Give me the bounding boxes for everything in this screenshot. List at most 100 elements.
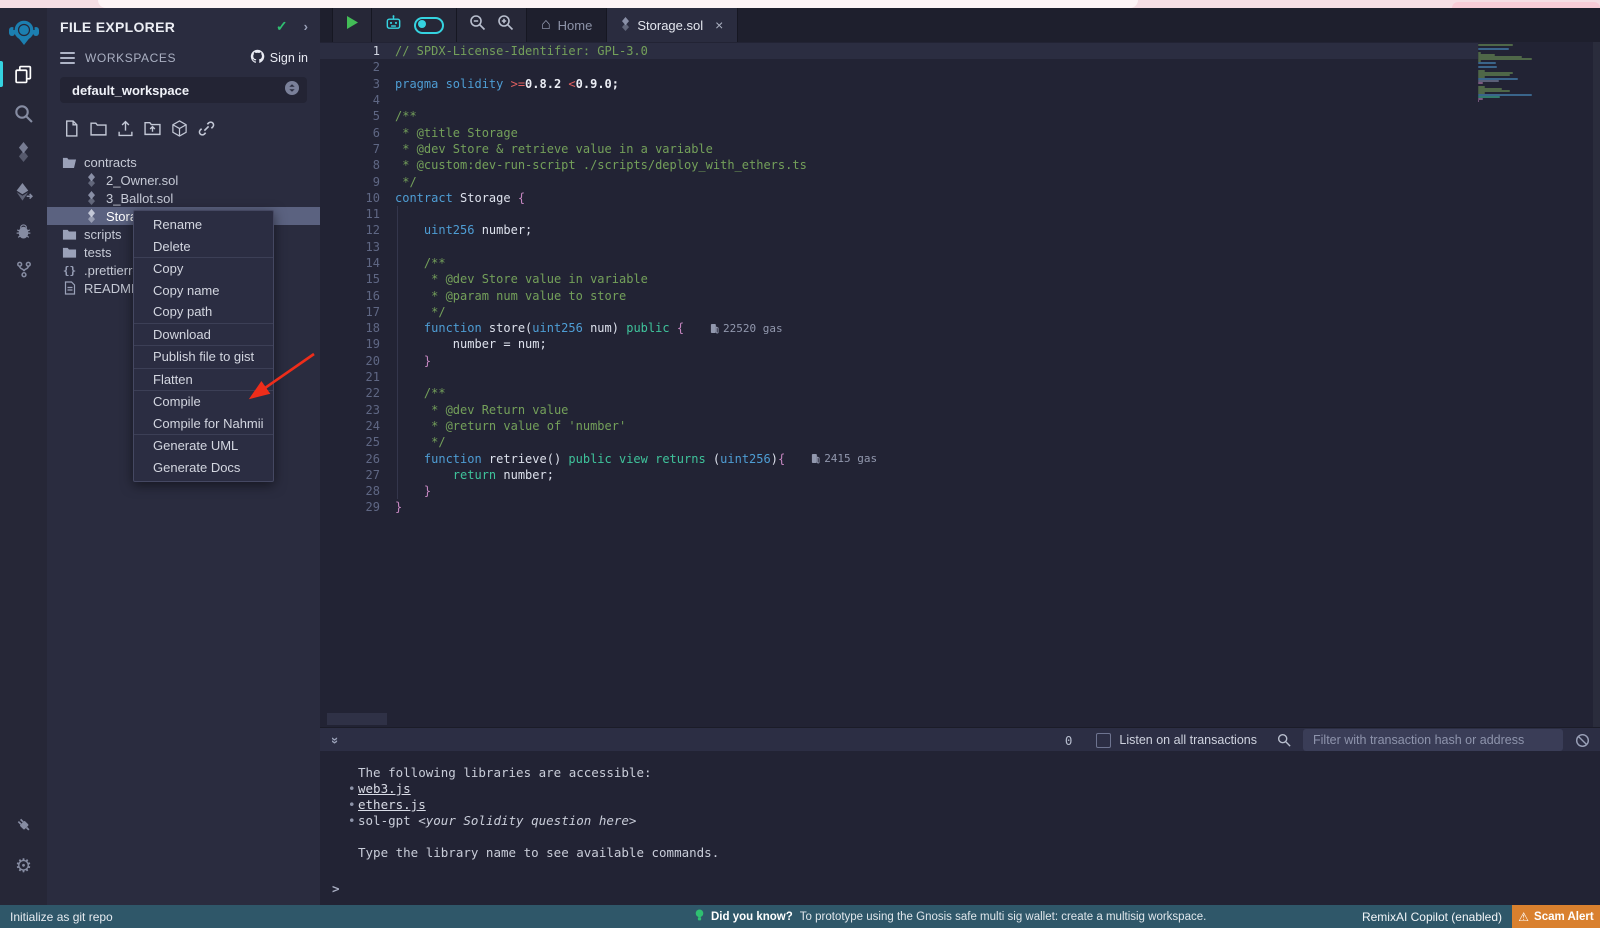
menu-item-rename[interactable]: Rename: [134, 214, 273, 236]
search-icon[interactable]: [0, 100, 47, 126]
menu-item-generate-uml[interactable]: Generate UML: [134, 435, 273, 457]
file-row-2-owner-sol[interactable]: 2_Owner.sol: [47, 171, 320, 189]
sign-in-button[interactable]: Sign in: [250, 49, 308, 67]
lightbulb-icon: [695, 909, 704, 925]
link-icon[interactable]: [197, 119, 215, 137]
line-text: /**: [380, 386, 446, 400]
menu-item-download[interactable]: Download: [134, 324, 273, 347]
terminal-text: Type the library name to see available c…: [358, 845, 719, 860]
new-file-icon[interactable]: [62, 119, 80, 137]
line-text: }: [380, 500, 402, 514]
github-icon: [250, 49, 265, 67]
plugin-manager-icon[interactable]: [0, 811, 47, 837]
git-icon[interactable]: [0, 256, 47, 282]
line-text: }: [380, 354, 431, 368]
vertical-scrollbar[interactable]: [1593, 42, 1600, 727]
copilot-status[interactable]: RemixAI Copilot (enabled): [1362, 910, 1502, 924]
zoom-in-icon[interactable]: [497, 14, 514, 36]
tip-text: To prototype using the Gnosis safe multi…: [800, 911, 1207, 923]
settings-icon[interactable]: ⚙: [0, 853, 47, 879]
workspace-select[interactable]: default_workspace: [60, 77, 307, 103]
menu-item-flatten[interactable]: Flatten: [134, 369, 273, 392]
warning-icon: ⚠: [1518, 910, 1529, 924]
minimap[interactable]: [1478, 44, 1535, 102]
menu-item-delete[interactable]: Delete: [134, 236, 273, 259]
close-icon[interactable]: ×: [715, 17, 723, 33]
menu-item-compile-for-nahmii[interactable]: Compile for Nahmii: [134, 413, 273, 436]
scam-alert-button[interactable]: ⚠ Scam Alert: [1512, 905, 1600, 928]
line-number: 4: [320, 93, 380, 107]
listen-label: Listen on all transactions: [1119, 733, 1257, 747]
copilot-toggle[interactable]: [414, 17, 444, 34]
line-text: * @return value of 'number': [380, 419, 626, 433]
tab-home[interactable]: ⌂ Home: [527, 8, 607, 42]
line-number: 15: [320, 272, 380, 286]
bullet-icon: •: [348, 781, 356, 797]
clear-block-icon[interactable]: [1575, 733, 1590, 748]
code-editor[interactable]: 1// SPDX-License-Identifier: GPL-3.023pr…: [320, 42, 1600, 727]
line-text: * @custom:dev-run-script ./scripts/deplo…: [380, 158, 807, 172]
zoom-group: [457, 8, 527, 42]
code-line-29: 29}: [320, 499, 1478, 515]
new-folder-icon[interactable]: [89, 119, 107, 137]
remix-logo-icon: [8, 16, 40, 48]
terminal-prompt[interactable]: >: [332, 881, 340, 896]
ai-robot-icon[interactable]: [384, 14, 403, 36]
solidity-file-icon: [84, 209, 99, 223]
menu-item-compile[interactable]: Compile: [134, 391, 273, 413]
line-number: 3: [320, 77, 380, 91]
terminal[interactable]: The following libraries are accessible:•…: [320, 751, 1600, 905]
status-bar: Initialize as git repo Did you know? To …: [0, 905, 1600, 928]
workspaces-row: WORKSPACES Sign in: [47, 41, 320, 71]
line-number: 1: [320, 44, 380, 58]
file-row-3-ballot-sol[interactable]: 3_Ballot.sol: [47, 189, 320, 207]
tab-storage-sol[interactable]: Storage.sol ×: [607, 8, 738, 42]
line-number: 29: [320, 500, 380, 514]
solidity-compiler-icon[interactable]: [0, 139, 47, 165]
upload-folder-icon[interactable]: [143, 119, 161, 137]
menu-item-copy-name[interactable]: Copy name: [134, 280, 273, 302]
code-line-18: 18 function store(uint256 num) public {2…: [320, 320, 1478, 336]
check-icon[interactable]: ✓: [276, 18, 288, 35]
file-row-contracts[interactable]: contracts: [47, 153, 320, 171]
run-script-button[interactable]: [345, 15, 359, 35]
git-init-button[interactable]: Initialize as git repo: [10, 910, 113, 924]
code-line-7: 7 * @dev Store & retrieve value in a var…: [320, 141, 1478, 157]
search-icon[interactable]: [1277, 733, 1291, 747]
gas-estimate-badge: 22520 gas: [710, 322, 783, 335]
deploy-run-icon[interactable]: [0, 178, 47, 204]
transaction-filter-input[interactable]: [1303, 729, 1563, 751]
horizontal-scrollbar-thumb[interactable]: [327, 713, 387, 725]
tab-home-label: Home: [558, 18, 593, 33]
upload-file-icon[interactable]: [116, 119, 134, 137]
folder-icon: [62, 246, 77, 259]
minimap-line: [1478, 66, 1497, 68]
terminal-link[interactable]: web3.js: [358, 781, 411, 796]
hamburger-menu-icon[interactable]: [60, 52, 75, 64]
listen-checkbox[interactable]: [1096, 733, 1111, 748]
workspace-name: default_workspace: [72, 83, 285, 98]
code-line-10: 10contract Storage {: [320, 190, 1478, 206]
debugger-icon[interactable]: [0, 217, 47, 243]
line-number: 20: [320, 354, 380, 368]
solidity-file-icon: [84, 173, 99, 187]
line-text: }: [380, 484, 431, 498]
code-line-9: 9 */: [320, 173, 1478, 189]
panel-title: FILE EXPLORER: [60, 19, 276, 35]
line-text: number = num;: [380, 337, 547, 351]
chevron-right-icon[interactable]: ›: [304, 19, 308, 34]
line-text: /**: [380, 256, 446, 270]
cube-icon[interactable]: [170, 119, 188, 137]
menu-item-publish-file-to-gist[interactable]: Publish file to gist: [134, 346, 273, 369]
chevron-double-down-icon[interactable]: »: [328, 736, 343, 743]
menu-item-copy-path[interactable]: Copy path: [134, 301, 273, 324]
menu-item-generate-docs[interactable]: Generate Docs: [134, 457, 273, 479]
code-line-13: 13: [320, 239, 1478, 255]
line-text: * @param num value to store: [380, 289, 626, 303]
file-explorer-icon[interactable]: [0, 61, 47, 87]
file-explorer-toolbar: [47, 103, 320, 145]
menu-item-copy[interactable]: Copy: [134, 258, 273, 280]
zoom-out-icon[interactable]: [469, 14, 486, 36]
terminal-link[interactable]: ethers.js: [358, 797, 426, 812]
line-text: uint256 number;: [380, 223, 532, 237]
